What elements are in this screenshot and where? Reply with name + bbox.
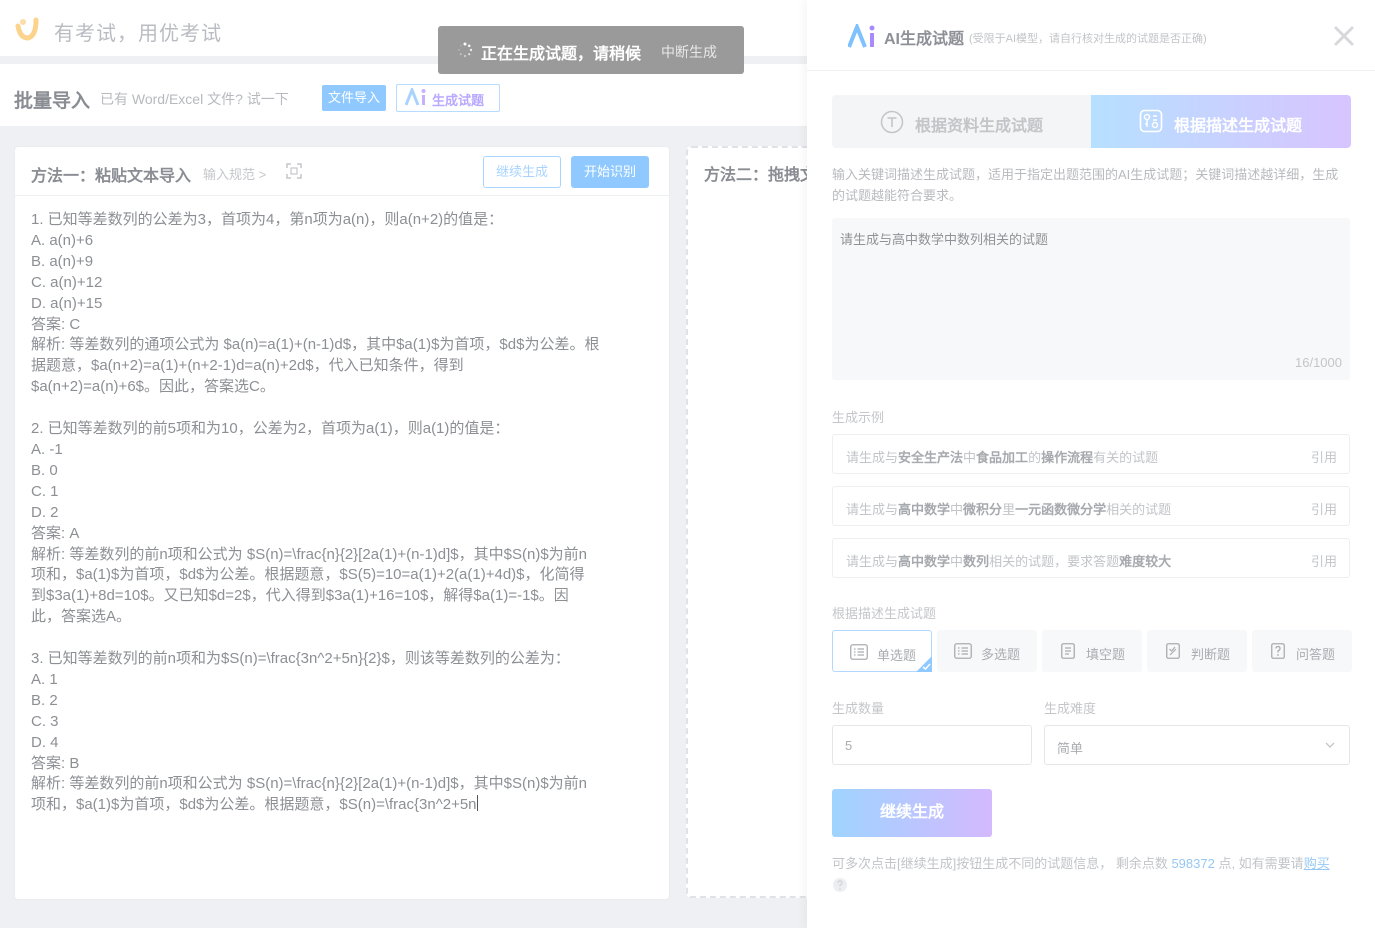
tab-description-label: 根据描述生成试题: [1174, 118, 1303, 135]
ai-generate-button[interactable]: 生成试题: [396, 84, 500, 112]
multi-list-icon: [954, 643, 972, 659]
difficulty-select[interactable]: 简单: [1044, 725, 1350, 765]
example-text: 请生成与高中数学中微积分里一元函数微分学相关的试题: [846, 502, 1172, 517]
prompt-textarea[interactable]: 请生成与高中数学中数列相关的试题 16/1000: [832, 218, 1350, 380]
qtype-fill-blank[interactable]: 填空题: [1042, 630, 1142, 672]
example-item: 请生成与安全生产法中食品加工的操作流程有关的试题 引用: [832, 434, 1350, 474]
prompt-text: 请生成与高中数学中数列相关的试题: [840, 232, 1049, 247]
generate-description: 输入关键词描述生成试题，适用于指定出题范围的AI生成试题；关键词描述越详细，生成…: [832, 167, 1339, 203]
example-item: 请生成与高中数学中微积分里一元函数微分学相关的试题 引用: [832, 486, 1350, 526]
examples-label: 生成示例: [832, 410, 885, 425]
drawer-subtitle: (受限于AI模型，请自行核对生成的试题是否正确): [969, 33, 1207, 45]
continue-generate-button[interactable]: 继续生成: [483, 156, 561, 188]
list-icon: [850, 644, 868, 660]
stop-generation-button[interactable]: 中断生成: [661, 42, 717, 62]
count-input[interactable]: 5: [832, 725, 1032, 765]
method1-card: 方法一：粘贴文本导入 输入规范 > 继续生成 开始识别 1. 已知等差数列的公差…: [14, 146, 670, 900]
description-key-icon: [1139, 109, 1163, 133]
count-value: 5: [845, 738, 853, 753]
ai-logo-icon: [405, 88, 426, 106]
qtype-label: 填空题: [1086, 647, 1126, 662]
prompt-char-count: 16/1000: [1295, 355, 1342, 370]
use-example-button[interactable]: 引用: [1311, 499, 1337, 518]
text-caret: [476, 795, 478, 812]
question-text-area[interactable]: 1. 已知等差数列的公差为3，首项为4，第n项为a(n)，则a(n+2)的值是：…: [31, 210, 657, 816]
drawer-title: AI生成试题: [884, 31, 965, 48]
question-type-label: 根据描述生成试题: [832, 606, 937, 621]
help-icon[interactable]: [832, 877, 848, 893]
count-label: 生成数量: [832, 701, 885, 716]
expand-icon[interactable]: [286, 163, 302, 179]
difficulty-value: 简单: [1057, 741, 1084, 756]
question-icon: [1271, 643, 1285, 659]
ai-generate-label: 生成试题: [432, 93, 485, 108]
use-example-button[interactable]: 引用: [1311, 447, 1337, 466]
close-icon[interactable]: [1332, 24, 1356, 48]
method1-title: 方法一：粘贴文本导入: [31, 168, 192, 185]
tab-generate-from-material[interactable]: 根据资料生成试题: [832, 95, 1091, 148]
remaining-points: 598372: [1171, 856, 1215, 871]
example-text: 请生成与高中数学中数列相关的试题，要求答题难度较大: [846, 554, 1172, 569]
input-spec-link[interactable]: 输入规范 >: [203, 164, 266, 183]
import-hint: 已有 Word/Excel 文件? 试一下: [100, 91, 289, 107]
selected-check-icon: [916, 656, 932, 672]
qtype-label: 判断题: [1191, 647, 1231, 662]
loading-spinner-icon: [458, 42, 473, 57]
method2-title: 方法二：拖拽文: [704, 167, 817, 184]
difficulty-label: 生成难度: [1044, 701, 1097, 716]
drawer-header: AI生成试题 (受限于AI模型，请自行核对生成的试题是否正确): [807, 0, 1375, 71]
toast-message: 正在生成试题，请稍候: [481, 46, 642, 63]
ai-generate-drawer: AI生成试题 (受限于AI模型，请自行核对生成的试题是否正确) 根据资料生成试题…: [807, 0, 1375, 928]
generating-toast: 正在生成试题，请稍候 中断生成: [438, 26, 744, 74]
app-logo-icon: [15, 17, 39, 41]
ai-logo-icon: [848, 24, 875, 48]
use-example-button[interactable]: 引用: [1311, 551, 1337, 570]
qtype-label: 单选题: [877, 648, 917, 663]
file-import-button[interactable]: 文件导入: [322, 85, 387, 111]
drawer-footer-note: 可多次点击[继续生成]按钮生成不同的试题信息， 剩余点数 598372 点, 如…: [832, 856, 1330, 871]
qtype-label: 多选题: [981, 647, 1021, 662]
start-recognize-button[interactable]: 开始识别: [571, 156, 649, 188]
qtype-true-false[interactable]: 判断题: [1147, 630, 1247, 672]
brand-slogan: 有考试，用优考试: [54, 23, 222, 45]
text-circle-icon: [880, 110, 904, 134]
qtype-label: 问答题: [1296, 647, 1336, 662]
qtype-question-answer[interactable]: 问答题: [1252, 630, 1352, 672]
method1-header: 方法一：粘贴文本导入 输入规范 > 继续生成 开始识别: [15, 147, 669, 196]
import-title: 批量导入: [14, 91, 91, 112]
qtype-single-choice[interactable]: 单选题: [832, 630, 932, 672]
question-text: 1. 已知等差数列的公差为3，首项为4，第n项为a(n)，则a(n+2)的值是：…: [31, 211, 600, 814]
chevron-down-icon: [1325, 742, 1335, 748]
continue-generate-button[interactable]: 继续生成: [832, 789, 992, 837]
tab-material-label: 根据资料生成试题: [915, 118, 1044, 135]
example-item: 请生成与高中数学中数列相关的试题，要求答题难度较大 引用: [832, 538, 1350, 578]
tab-generate-from-description[interactable]: 根据描述生成试题: [1091, 95, 1351, 148]
fill-blank-icon: [1061, 643, 1075, 659]
example-text: 请生成与安全生产法中食品加工的操作流程有关的试题: [846, 450, 1159, 465]
qtype-multiple-choice[interactable]: 多选题: [937, 630, 1037, 672]
buy-link[interactable]: 购买: [1304, 856, 1330, 871]
judge-icon: [1166, 643, 1180, 659]
